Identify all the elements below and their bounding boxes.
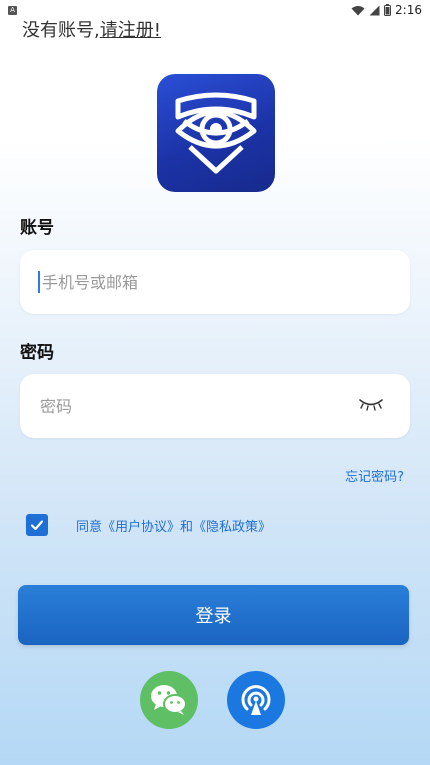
wechat-login-button[interactable] [140,671,198,729]
account-label: 账号 [20,218,54,238]
password-label: 密码 [20,343,54,363]
app-logo [157,74,275,192]
register-prompt: 没有账号,请注册! [22,16,161,42]
cellular-icon [369,5,380,15]
register-prompt-text: 没有账号, [22,20,100,41]
register-link[interactable]: 请注册! [100,20,161,41]
account-field-box[interactable] [20,250,410,314]
clock: 2:16 [395,3,422,17]
eye-shield-icon [175,92,257,174]
agreement-checkbox[interactable] [26,514,48,536]
login-button[interactable]: 登录 [18,585,409,645]
agreement-prefix: 同意 [76,519,103,535]
eye-closed-icon [359,399,383,411]
password-visibility-toggle[interactable] [358,396,384,415]
user-agreement-link[interactable]: 《用户协议》 [102,520,180,535]
signal-icon [241,685,271,715]
signal-login-button[interactable] [227,671,285,729]
notification-icon: A [8,5,17,15]
wechat-icon [151,685,187,715]
agreement-row: 同意《用户协议》和《隐私政策》 [26,514,271,536]
battery-icon [384,4,392,16]
agreement-text: 同意《用户协议》和《隐私政策》 [76,516,271,535]
checkmark-icon [30,520,44,531]
privacy-policy-link[interactable]: 《隐私政策》 [193,520,271,535]
forgot-password-link[interactable]: 忘记密码? [345,466,404,485]
account-input[interactable] [40,271,344,293]
password-input[interactable] [38,395,342,417]
wifi-icon [351,5,365,15]
agreement-conjunction: 和 [180,519,194,535]
password-field-box[interactable] [20,374,410,438]
